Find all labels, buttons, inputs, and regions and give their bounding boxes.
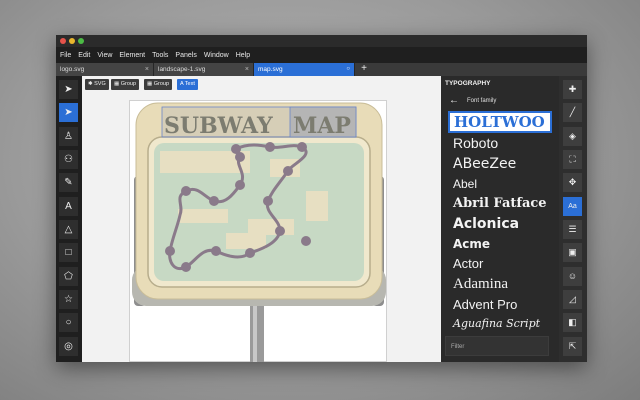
layers-icon[interactable]: ◈ xyxy=(563,127,582,146)
font-size-icon[interactable]: Aa xyxy=(563,197,582,216)
breadcrumb-group-1[interactable]: ▦ Group xyxy=(111,79,140,90)
close-icon[interactable]: × xyxy=(145,63,149,76)
menu-bar: File Edit View Element Tools Panels Wind… xyxy=(56,47,587,63)
canvas-area[interactable]: SUBWAY MAP xyxy=(82,92,441,362)
breadcrumb-label: Text xyxy=(184,81,195,87)
font-item[interactable]: Aguafina Script xyxy=(453,317,540,330)
app-window: File Edit View Element Tools Panels Wind… xyxy=(56,35,587,362)
mask-icon[interactable]: ▣ xyxy=(563,243,582,262)
panel-title: TYPOGRAPHY xyxy=(445,80,491,87)
breadcrumb-svg[interactable]: ✱ SVG xyxy=(85,79,109,90)
font-item[interactable]: Roboto xyxy=(453,135,498,151)
font-item-selected[interactable]: HOLTWOO xyxy=(448,111,552,133)
brush-icon[interactable]: ╱ xyxy=(563,103,582,122)
tab-label: map.svg xyxy=(258,66,283,73)
menu-panels[interactable]: Panels xyxy=(175,52,196,59)
minimize-window-button[interactable] xyxy=(69,38,75,44)
sign-title-map[interactable]: MAP xyxy=(293,113,351,139)
font-item[interactable]: Abel xyxy=(453,177,477,191)
people-icon[interactable]: ⚇ xyxy=(59,150,78,169)
close-icon[interactable]: × xyxy=(245,63,249,76)
breadcrumb-group-2[interactable]: ▦ Group xyxy=(144,79,173,90)
list-icon[interactable]: ☰ xyxy=(563,220,582,239)
font-item[interactable]: Adamina xyxy=(453,276,508,293)
tab-bar: logo.svg × landscape-1.svg × map.svg ○ + xyxy=(56,63,587,76)
context-breadcrumb: ✱ SVG ▦ Group ▦ Group A Text xyxy=(82,76,442,92)
target-icon[interactable]: ◎ xyxy=(59,337,78,356)
breadcrumb-text[interactable]: A Text xyxy=(177,79,198,90)
panel-subtitle: Font family xyxy=(467,98,497,104)
move-icon[interactable]: ✥ xyxy=(563,173,582,192)
breadcrumb-label: SVG xyxy=(94,81,106,87)
left-toolbar: ➤ ➤ ♙ ⚇ ✎ A △ □ ⬠ ☆ ○ ◎ xyxy=(56,76,82,362)
fullscreen-icon[interactable]: ⛶ xyxy=(563,150,582,169)
theatre-icon[interactable]: ☺ xyxy=(563,267,582,286)
font-filter-input[interactable]: Filter xyxy=(445,336,549,356)
triangle-icon[interactable]: △ xyxy=(59,220,78,239)
export-icon[interactable]: ⇱ xyxy=(563,337,582,356)
select-arrow-icon[interactable]: ➤ xyxy=(59,80,78,99)
map-block xyxy=(306,191,328,221)
close-window-button[interactable] xyxy=(60,38,66,44)
font-item[interactable]: Aclonica xyxy=(453,216,519,232)
tab-label: logo.svg xyxy=(60,66,85,73)
font-item[interactable]: Acme xyxy=(453,237,490,251)
rectangle-icon[interactable]: □ xyxy=(59,243,78,262)
tab-map[interactable]: map.svg ○ xyxy=(254,63,355,76)
menu-window[interactable]: Window xyxy=(204,52,229,59)
sign-title-subway[interactable]: SUBWAY xyxy=(164,113,273,139)
text-tool-icon[interactable]: A xyxy=(59,197,78,216)
title-bar xyxy=(56,35,587,47)
breadcrumb-label: Group xyxy=(153,81,170,87)
document-canvas[interactable]: SUBWAY MAP xyxy=(129,100,387,362)
menu-edit[interactable]: Edit xyxy=(78,52,90,59)
sign-post-highlight xyxy=(253,301,257,362)
breadcrumb-label: Group xyxy=(120,81,137,87)
back-arrow-icon[interactable]: ← xyxy=(449,95,459,106)
person-icon[interactable]: ♙ xyxy=(59,127,78,146)
tab-label: landscape-1.svg xyxy=(158,66,206,73)
font-family-list[interactable]: HOLTWOO Roboto ABeeZee Abel Abril Fatfac… xyxy=(445,111,555,331)
pencil-icon[interactable]: ✎ xyxy=(59,173,78,192)
font-item[interactable]: Actor xyxy=(453,256,483,271)
typography-panel: TYPOGRAPHY ← Font family HOLTWOO Roboto … xyxy=(441,76,559,362)
ruler-icon[interactable]: ◿ xyxy=(563,290,582,309)
font-item[interactable]: Abril Fatface xyxy=(453,196,547,211)
menu-tools[interactable]: Tools xyxy=(152,52,168,59)
paint-bucket-icon[interactable]: ✚ xyxy=(563,80,582,99)
menu-element[interactable]: Element xyxy=(119,52,145,59)
menu-view[interactable]: View xyxy=(97,52,112,59)
menu-file[interactable]: File xyxy=(60,52,71,59)
tab-landscape[interactable]: landscape-1.svg × xyxy=(154,63,254,76)
map-block xyxy=(178,209,228,223)
modified-dot-icon[interactable]: ○ xyxy=(346,63,350,76)
maximize-window-button[interactable] xyxy=(78,38,84,44)
pentagon-icon[interactable]: ⬠ xyxy=(59,267,78,286)
menu-help[interactable]: Help xyxy=(236,52,250,59)
tab-logo[interactable]: logo.svg × xyxy=(56,63,154,76)
right-toolbar: ✚ ╱ ◈ ⛶ ✥ Aa ☰ ▣ ☺ ◿ ◧ ⇱ xyxy=(559,76,587,362)
circle-icon[interactable]: ○ xyxy=(59,313,78,332)
map-block xyxy=(226,233,266,249)
star-icon[interactable]: ☆ xyxy=(59,290,78,309)
direct-select-icon[interactable]: ➤ xyxy=(59,103,78,122)
map-sign-artwork[interactable]: SUBWAY MAP xyxy=(130,101,388,362)
font-item[interactable]: ABeeZee xyxy=(453,156,516,172)
font-item[interactable]: Advent Pro xyxy=(453,297,517,312)
boolean-icon[interactable]: ◧ xyxy=(563,313,582,332)
new-tab-button[interactable]: + xyxy=(358,63,370,76)
map-block xyxy=(248,219,294,235)
